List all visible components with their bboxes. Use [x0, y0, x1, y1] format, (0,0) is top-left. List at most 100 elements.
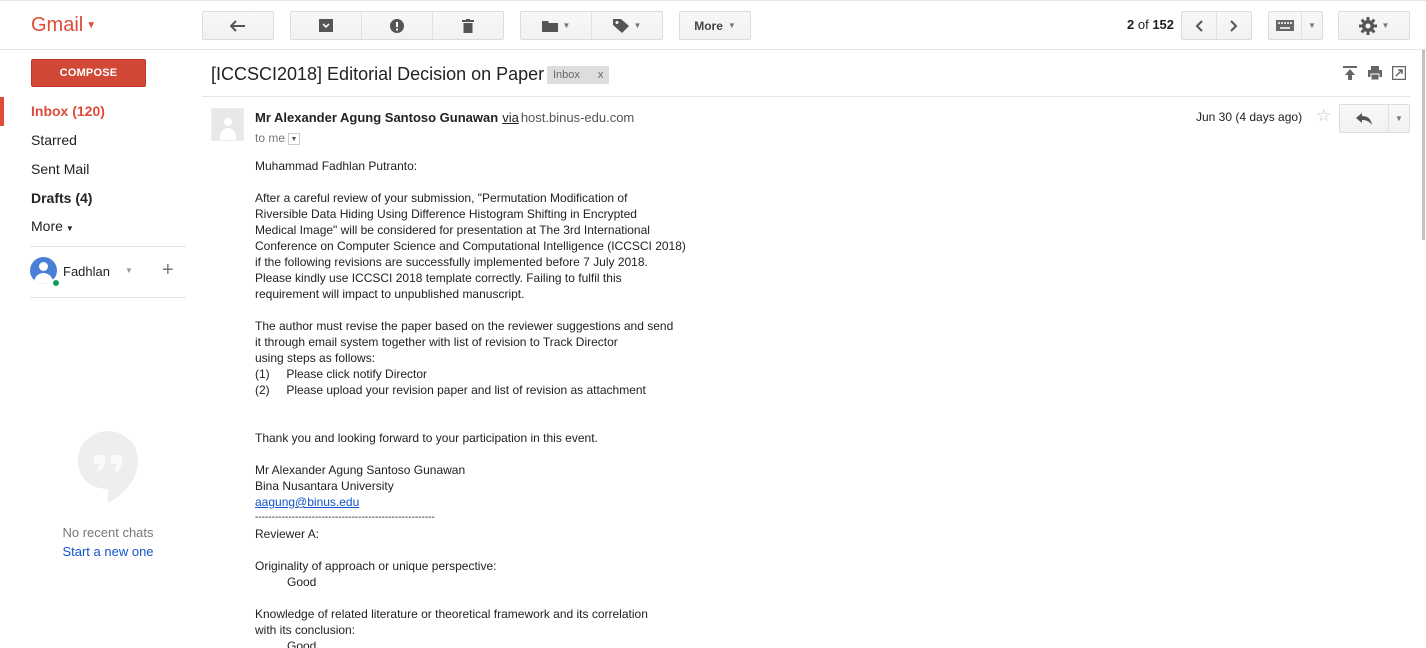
chat-user-name[interactable]: Fadhlan — [63, 264, 110, 279]
review-question: Knowledge of related literature or theor… — [255, 607, 648, 637]
sidebar-item-more[interactable]: More ▼ — [0, 213, 190, 240]
review-answer: Good — [287, 639, 317, 648]
email-date: Jun 30 (4 days ago) — [1196, 110, 1303, 124]
sidebar-item-label: More — [31, 218, 63, 234]
sender-line: Mr Alexander Agung Santoso Gunawan via hos… — [255, 110, 634, 125]
report-spam-icon — [390, 18, 404, 33]
chat-user-row: Fadhlan ▼ + — [30, 257, 186, 288]
sidebar-item-drafts[interactable]: Drafts (4) — [0, 184, 190, 213]
pager-nav — [1181, 11, 1252, 40]
reply-icon — [1356, 112, 1372, 125]
divider — [202, 96, 1410, 97]
separator-rule: ----------------------------------------… — [255, 512, 435, 523]
labels-button[interactable]: ▼ — [591, 11, 663, 40]
input-tools: ▼ — [1268, 11, 1323, 40]
newer-button[interactable] — [1181, 11, 1217, 40]
caret-down-icon: ▼ — [633, 21, 642, 30]
delete-button[interactable] — [432, 11, 504, 40]
pager-of: of — [1137, 17, 1149, 32]
sidebar-item-label: Sent Mail — [31, 161, 90, 177]
reply-group: ▼ — [1339, 104, 1410, 133]
sidebar-item-label: Starred — [31, 132, 77, 148]
plus-icon[interactable]: + — [162, 259, 174, 282]
via-host: host.binus-edu.com — [520, 110, 635, 125]
recipient-line: to me ▼ — [255, 131, 301, 145]
review-answer: Good — [287, 575, 317, 589]
folder-icon — [541, 20, 558, 32]
expand-icon[interactable] — [1343, 66, 1357, 80]
move-to-button[interactable]: ▼ — [520, 11, 592, 40]
sidebar-item-inbox[interactable]: Inbox (120) — [0, 97, 190, 126]
reply-button[interactable] — [1339, 104, 1389, 133]
pager-count: 2 of 152 — [1127, 17, 1174, 32]
compose-button[interactable]: COMPOSE — [31, 59, 146, 87]
more-actions-button[interactable]: ▼ — [1388, 104, 1410, 133]
action-button-group — [290, 11, 504, 40]
online-status-icon — [51, 278, 61, 288]
more-button-label: More — [694, 18, 723, 33]
signature-email-link[interactable]: aagung@binus.edu — [255, 495, 359, 509]
new-window-icon[interactable] — [1392, 66, 1406, 80]
pager-current: 2 — [1127, 17, 1135, 32]
no-recent-chats: No recent chats — [62, 525, 154, 540]
email-paragraph: The author must revise the paper based o… — [255, 319, 674, 365]
recipient-text: to me — [255, 131, 286, 145]
divider — [30, 297, 186, 298]
settings-button[interactable]: ▼ — [1338, 11, 1410, 40]
back-icon — [230, 19, 245, 32]
sidebar-item-label: Inbox (120) — [31, 103, 105, 119]
inbox-label-chip: Inbox x — [547, 66, 610, 84]
caret-down-icon: ▼ — [562, 21, 571, 30]
back-button[interactable] — [202, 11, 274, 40]
show-details-button[interactable]: ▼ — [288, 132, 301, 145]
caret-down-icon: ▼ — [86, 20, 97, 32]
toolbar: Gmail ▼ ▼ ▼ More ▼ 2 of 152 ▼ ▼ — [0, 3, 1426, 50]
gmail-logo[interactable]: Gmail ▼ — [31, 14, 96, 37]
chevron-left-icon — [1195, 19, 1203, 32]
input-tools-dropdown[interactable]: ▼ — [1301, 11, 1323, 40]
caret-down-icon: ▼ — [1395, 114, 1403, 123]
remove-label-button[interactable]: x — [598, 69, 604, 81]
via-link[interactable]: via — [502, 110, 519, 125]
sidebar-nav: Inbox (120) Starred Sent Mail Drafts (4)… — [0, 97, 190, 240]
signature-name: Mr Alexander Agung Santoso Gunawan — [255, 463, 466, 477]
scrollbar-thumb[interactable] — [1422, 50, 1425, 240]
archive-icon — [319, 19, 333, 32]
caret-down-icon[interactable]: ▼ — [125, 266, 133, 275]
app-name: Gmail — [31, 14, 84, 36]
chevron-right-icon — [1230, 19, 1238, 32]
label-icon — [612, 18, 629, 33]
start-new-chat-link[interactable]: Start a new one — [30, 544, 186, 559]
sender-name[interactable]: Mr Alexander Agung Santoso Gunawan — [255, 110, 498, 125]
sidebar-item-starred[interactable]: Starred — [0, 126, 190, 155]
caret-down-icon: ▼ — [1308, 21, 1316, 30]
caret-down-icon: ▼ — [1381, 21, 1390, 30]
gear-icon — [1358, 16, 1377, 35]
email-body: Muhammad Fadhlan Putranto: After a caref… — [255, 158, 775, 648]
email-paragraph: Thank you and looking forward to your pa… — [255, 431, 598, 445]
email-step: (1) Please click notify Director — [255, 367, 428, 381]
more-button[interactable]: More ▼ — [679, 11, 751, 40]
sidebar-item-label: Drafts (4) — [31, 190, 93, 206]
email-subject: [ICCSCI2018] Editorial Decision on Paper — [211, 64, 545, 84]
sidebar-item-sent[interactable]: Sent Mail — [0, 155, 190, 184]
older-button[interactable] — [1216, 11, 1252, 40]
keyboard-icon — [1276, 20, 1294, 31]
label-chip-text[interactable]: Inbox — [553, 69, 580, 81]
avatar — [211, 108, 244, 141]
hangouts-icon — [78, 431, 138, 503]
input-tools-button[interactable] — [1268, 11, 1302, 40]
review-question: Originality of approach or unique perspe… — [255, 559, 497, 573]
caret-down-icon: ▼ — [65, 224, 74, 233]
delete-icon — [462, 18, 474, 33]
caret-down-icon: ▼ — [727, 21, 736, 30]
report-spam-button[interactable] — [361, 11, 433, 40]
print-icon[interactable] — [1368, 66, 1382, 80]
pager-total: 152 — [1152, 17, 1175, 32]
star-icon[interactable]: ☆ — [1316, 106, 1331, 126]
signature-org: Bina Nusantara University — [255, 479, 394, 493]
move-label-group: ▼ ▼ — [520, 11, 663, 40]
email-paragraph: After a careful review of your submissio… — [255, 191, 686, 301]
email-step: (2) Please upload your revision paper an… — [255, 383, 646, 397]
archive-button[interactable] — [290, 11, 362, 40]
